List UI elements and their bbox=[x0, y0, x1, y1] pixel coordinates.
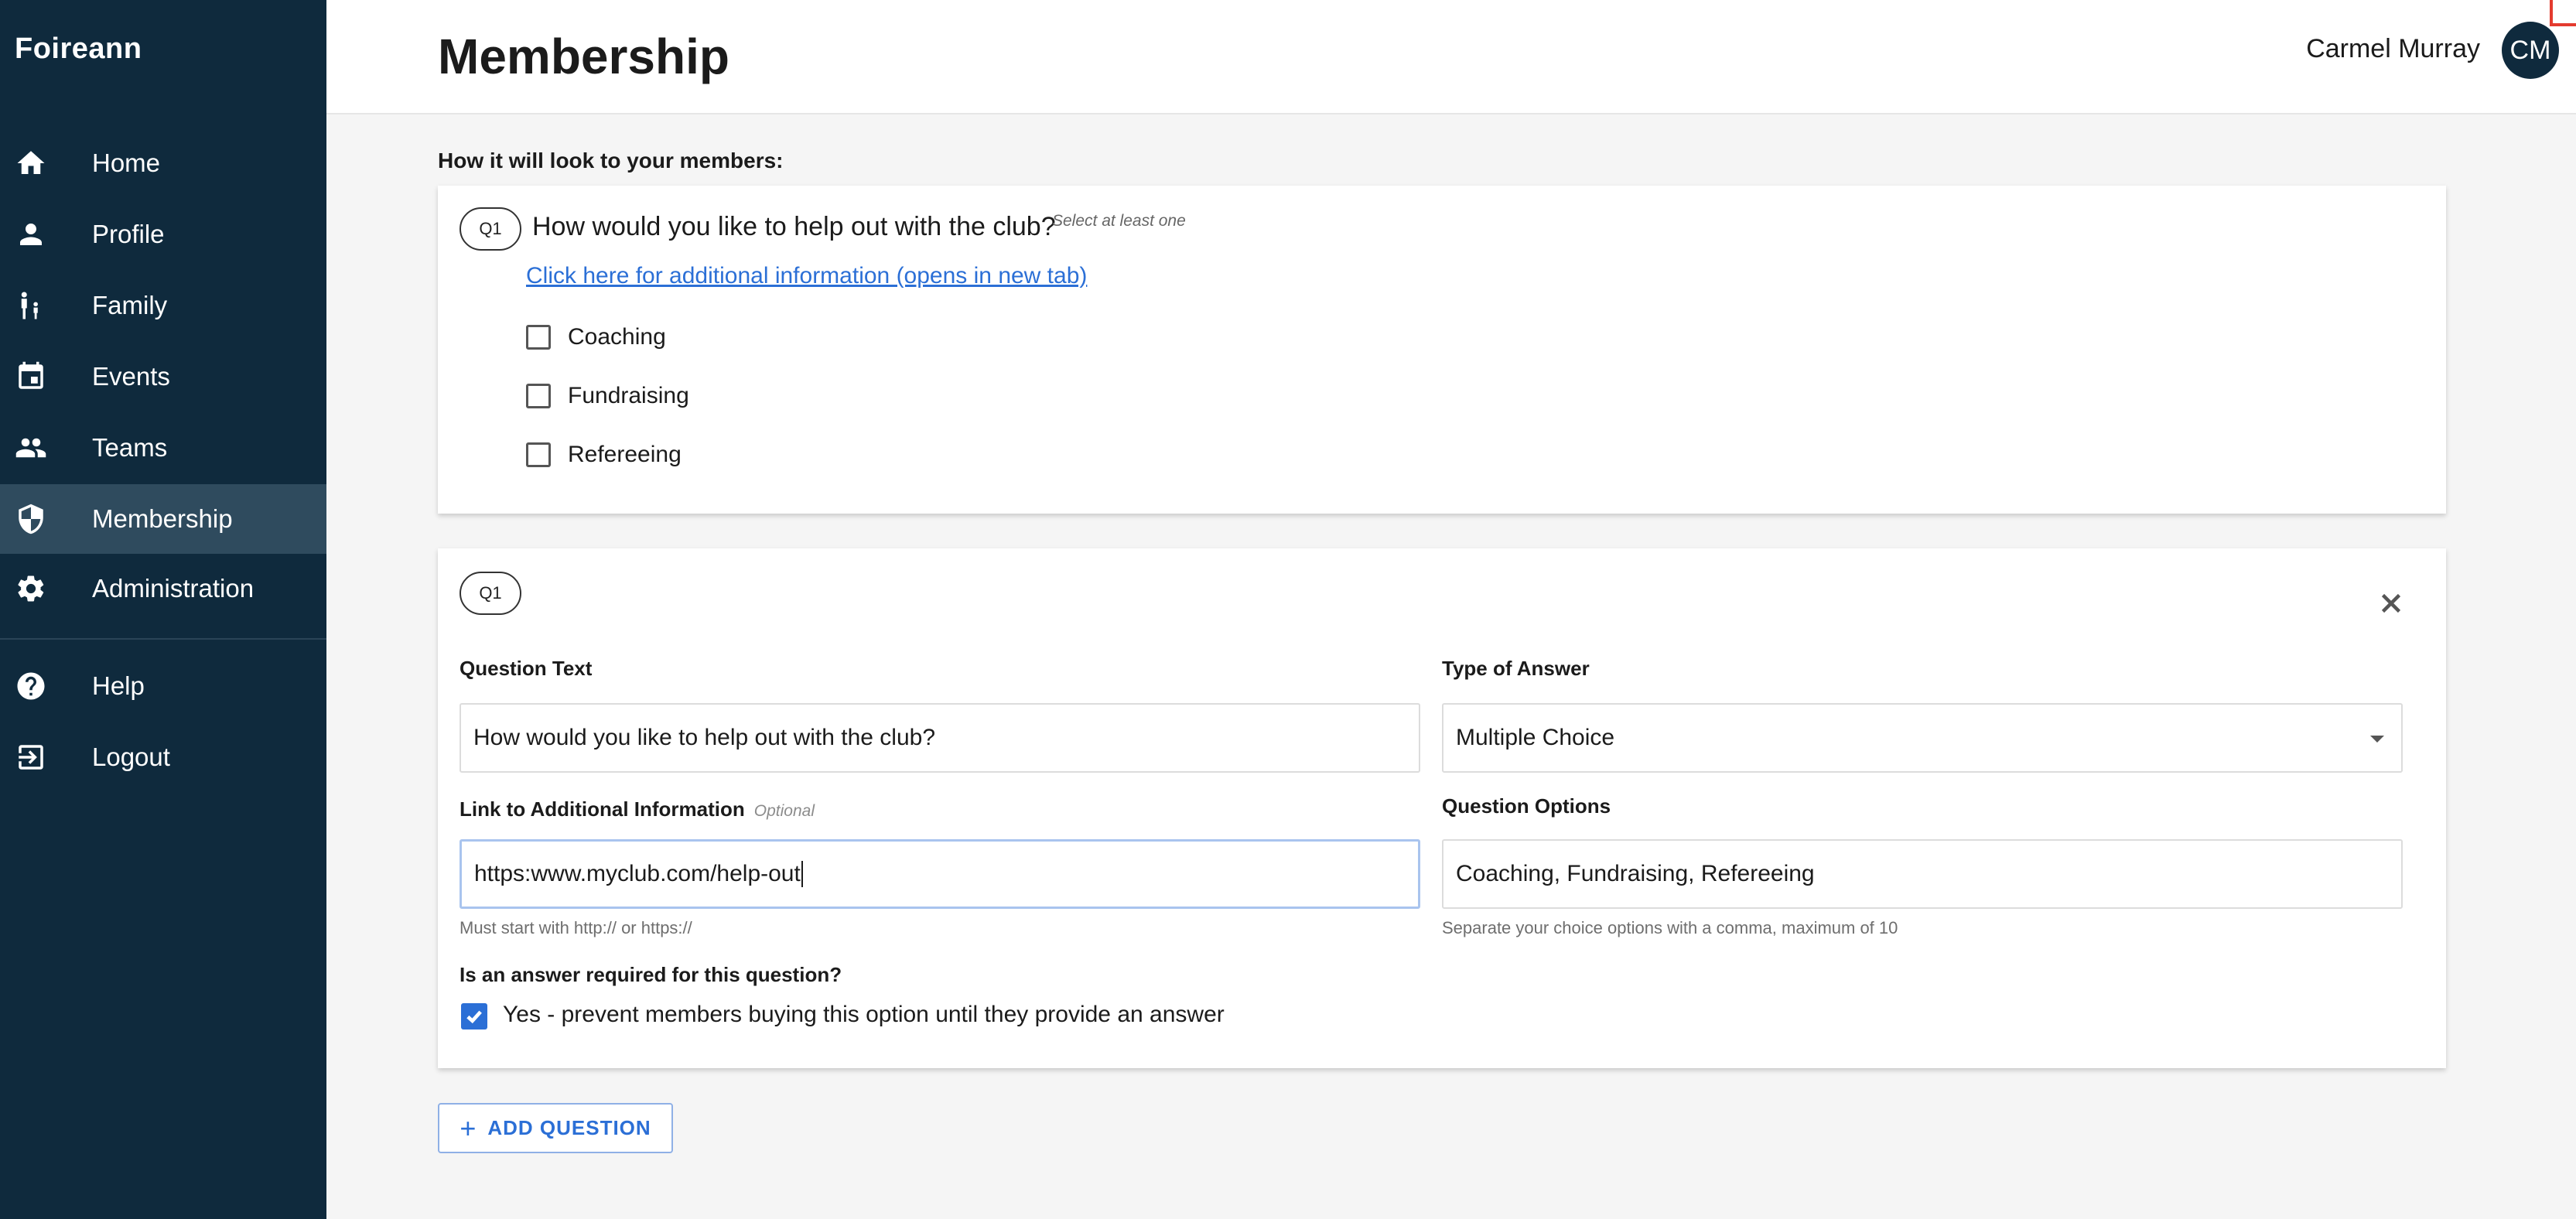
preview-heading: How it will look to your members: bbox=[438, 149, 784, 172]
link-label-text: Link to Additional Information bbox=[460, 797, 745, 821]
sidebar-item-teams[interactable]: Teams bbox=[0, 413, 326, 483]
option-label: Fundraising bbox=[568, 383, 689, 408]
help-icon bbox=[15, 670, 47, 702]
text-caret bbox=[801, 861, 803, 887]
question-options-label: Question Options bbox=[1442, 794, 1611, 818]
question-text-input[interactable]: How would you like to help out with the … bbox=[460, 703, 1420, 773]
sidebar-item-events[interactable]: Events bbox=[0, 342, 326, 411]
checkbox[interactable] bbox=[526, 325, 551, 350]
optional-tag: Optional bbox=[753, 802, 815, 820]
link-label: Link to Additional Information Optional bbox=[460, 797, 815, 821]
checkbox[interactable] bbox=[526, 384, 551, 408]
sidebar-item-help[interactable]: Help bbox=[0, 651, 326, 721]
sidebar-item-administration[interactable]: Administration bbox=[0, 554, 326, 623]
required-checkbox-label[interactable]: Yes - prevent members buying this option… bbox=[503, 1002, 1225, 1028]
question-number-badge: Q1 bbox=[460, 572, 521, 615]
group-icon bbox=[15, 432, 47, 464]
shield-icon bbox=[15, 503, 47, 535]
option-label: Refereeing bbox=[568, 442, 682, 467]
sidebar-item-label: Home bbox=[92, 149, 161, 177]
sidebar-divider bbox=[0, 638, 326, 640]
sidebar-item-logout[interactable]: Logout bbox=[0, 722, 326, 792]
sidebar-item-profile[interactable]: Profile bbox=[0, 200, 326, 269]
question-number-badge: Q1 bbox=[460, 207, 521, 251]
link-helper-text: Must start with http:// or https:// bbox=[460, 918, 692, 937]
question-options-value: Coaching, Fundraising, Refereeing bbox=[1456, 861, 1815, 886]
brand-logo-text: Foireann bbox=[15, 32, 142, 65]
sidebar-item-label: Help bbox=[92, 671, 145, 700]
sidebar-item-label: Membership bbox=[92, 504, 233, 533]
required-label: Is an answer required for this question? bbox=[460, 963, 842, 986]
question-editor-card: Q1 Question Text How would you like to h… bbox=[438, 548, 2446, 1068]
family-icon bbox=[15, 289, 47, 322]
link-value: https:www.myclub.com/help-out bbox=[474, 861, 801, 886]
sidebar-item-label: Events bbox=[92, 362, 170, 391]
link-input[interactable]: https:www.myclub.com/help-out bbox=[460, 839, 1420, 909]
question-text-value: How would you like to help out with the … bbox=[473, 725, 936, 750]
preview-question-hint: Select at least one bbox=[1052, 212, 1186, 230]
sidebar-item-label: Logout bbox=[92, 743, 170, 771]
close-icon[interactable] bbox=[2375, 587, 2407, 620]
chevron-down-icon bbox=[2370, 736, 2384, 743]
sidebar-item-home[interactable]: Home bbox=[0, 128, 326, 198]
additional-info-link[interactable]: Click here for additional information (o… bbox=[526, 263, 1087, 289]
calendar-icon bbox=[15, 360, 47, 393]
home-icon bbox=[15, 147, 47, 179]
avatar[interactable]: CM bbox=[2502, 22, 2559, 79]
question-preview-card: Q1 How would you like to help out with t… bbox=[438, 186, 2446, 514]
sidebar: Foireann Home Profile Family Events Team… bbox=[0, 0, 326, 1219]
preview-option[interactable]: Fundraising bbox=[526, 381, 689, 411]
options-helper-text: Separate your choice options with a comm… bbox=[1442, 918, 1898, 937]
plus-icon: + bbox=[460, 1111, 477, 1144]
preview-question-text: How would you like to help out with the … bbox=[532, 212, 1056, 241]
sidebar-item-label: Teams bbox=[92, 433, 168, 462]
page-title: Membership bbox=[438, 29, 729, 84]
sidebar-item-label: Profile bbox=[92, 220, 165, 248]
person-icon bbox=[15, 218, 47, 251]
corner-marker bbox=[2550, 0, 2576, 26]
preview-option[interactable]: Refereeing bbox=[526, 439, 682, 470]
answer-type-label: Type of Answer bbox=[1442, 657, 1590, 680]
checkbox[interactable] bbox=[526, 442, 551, 467]
add-question-label: ADD QUESTION bbox=[487, 1116, 651, 1139]
sidebar-item-label: Administration bbox=[92, 574, 255, 603]
answer-type-value: Multiple Choice bbox=[1456, 725, 1615, 750]
top-header: Membership Carmel Murray CM bbox=[326, 0, 2576, 114]
option-label: Coaching bbox=[568, 324, 666, 350]
answer-type-select[interactable]: Multiple Choice bbox=[1442, 703, 2403, 773]
checkmark-icon bbox=[466, 1010, 482, 1024]
question-text-label: Question Text bbox=[460, 657, 593, 680]
logout-icon bbox=[15, 741, 47, 773]
user-name[interactable]: Carmel Murray bbox=[2306, 34, 2480, 64]
required-checkbox[interactable] bbox=[461, 1003, 487, 1029]
sidebar-item-membership[interactable]: Membership bbox=[0, 484, 326, 554]
question-options-input[interactable]: Coaching, Fundraising, Refereeing bbox=[1442, 839, 2403, 909]
add-question-button[interactable]: + ADD QUESTION bbox=[438, 1103, 673, 1153]
sidebar-item-family[interactable]: Family bbox=[0, 271, 326, 340]
preview-option[interactable]: Coaching bbox=[526, 322, 666, 353]
sidebar-item-label: Family bbox=[92, 291, 168, 319]
gear-icon bbox=[15, 572, 47, 605]
